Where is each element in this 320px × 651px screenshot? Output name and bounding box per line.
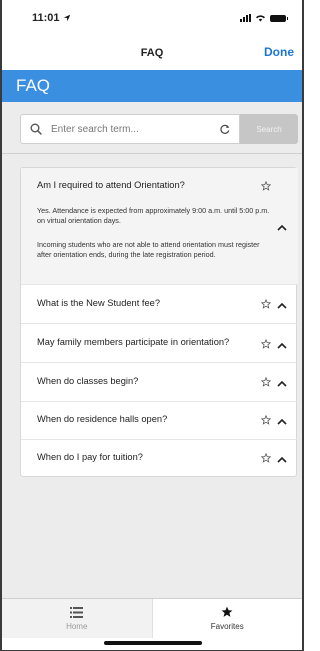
list-icon [70,606,84,618]
tab-label: Favorites [210,622,244,631]
faq-question: When do classes begin? [37,376,139,386]
refresh-icon[interactable] [219,123,231,135]
status-bar: 11:01 [0,0,304,36]
star-outline-icon[interactable] [261,181,271,191]
home-indicator[interactable] [104,641,202,645]
tab-label: Home [66,621,88,631]
chevron-up-icon[interactable] [277,342,287,349]
faq-question: Am I required to attend Orientation? [37,180,185,190]
tab-favorites[interactable]: Favorites [151,599,302,638]
star-outline-icon[interactable] [261,339,271,349]
faq-item[interactable]: What is the New Student fee? [21,284,298,323]
faq-question: When do residence halls open? [37,414,168,424]
signal-icon [240,14,251,22]
nav-title: FAQ [140,47,164,59]
star-outline-icon[interactable] [261,377,271,387]
search-input[interactable] [51,123,219,135]
chevron-up-icon[interactable] [277,380,287,387]
battery-icon [270,14,288,22]
search-icon [30,123,42,135]
wifi-icon [256,15,265,22]
status-icons [240,14,288,22]
chevron-up-icon[interactable] [277,418,287,425]
faq-item[interactable]: When do residence halls open? [21,401,298,439]
faq-list: Am I required to attend Orientation? Yes… [20,167,298,477]
faq-item[interactable]: When do classes begin? [21,362,298,401]
faq-question: When do I pay for tuition? [37,452,143,462]
faq-content: Am I required to attend Orientation? Yes… [2,154,302,598]
search-button[interactable]: Search [240,114,298,144]
tab-bar: Home Favorites [2,598,302,638]
page-title: FAQ [2,70,302,102]
faq-answer-paragraph: Yes. Attendance is expected from approxi… [37,206,270,225]
nav-bar: FAQ Done [0,40,304,66]
faq-question: What is the New Student fee? [37,298,160,308]
star-outline-icon[interactable] [261,453,271,463]
faq-item[interactable]: May family members participate in orient… [21,323,298,362]
search-box[interactable] [20,114,240,144]
chevron-up-icon[interactable] [277,456,287,463]
star-icon [221,606,233,617]
chevron-up-icon[interactable] [277,302,287,309]
done-button[interactable]: Done [264,45,294,59]
faq-question: May family members participate in orient… [37,337,230,347]
star-outline-icon[interactable] [261,299,271,309]
location-arrow-icon [63,14,70,22]
faq-item[interactable]: When do I pay for tuition? [21,439,298,477]
faq-item-expanded[interactable]: Am I required to attend Orientation? Yes… [21,168,298,284]
status-time-group: 11:01 [32,12,71,24]
tab-home[interactable]: Home [2,599,152,638]
faq-answer-paragraph: Incoming students who are not able to at… [37,240,260,259]
star-outline-icon[interactable] [261,415,271,425]
status-time: 11:01 [32,12,60,24]
search-area: Search [2,102,302,154]
chevron-up-icon[interactable] [277,224,287,231]
